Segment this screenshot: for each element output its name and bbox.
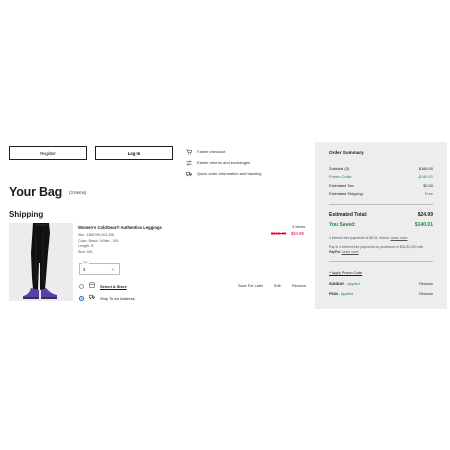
product-image[interactable] [9,223,73,301]
ship-to-address-label: Ship To An Address [100,295,135,301]
divider [329,204,433,205]
promo-status: - Applied [338,292,354,296]
divider [329,261,433,262]
benefit-item: Quick order information and tracking [186,168,261,179]
select-store-link[interactable]: Select A Store [100,284,127,289]
promo-status: - Applied [345,282,360,286]
register-button[interactable]: Register [9,146,87,160]
quantity-value: 3 [83,267,86,272]
summary-label: Estimated Tax: [329,182,355,188]
store-icon [89,282,95,290]
benefit-label: Quick order information and tracking [197,171,262,176]
cart-icon [186,148,192,155]
ship-to-address-option[interactable]: Ship To An Address [79,294,135,302]
remove-promo-button[interactable]: Remove [419,292,433,296]
truck-icon [186,171,192,177]
benefit-item: Easier returns and exchanges [186,157,261,168]
you-saved: You Saved: $140.01 [329,220,433,230]
klarna-learn-more-link[interactable]: Learn more [391,236,408,240]
saved-label: You Saved: [329,222,356,228]
quantity-select[interactable]: Qty 3 ⌄ [79,260,120,275]
product-meta: Sku: 1368799-001-MD Color: Black / White… [78,233,119,255]
summary-value: $0.00 [423,182,433,188]
original-price: $165.00 [271,231,287,236]
benefit-label: Faster checkout [197,149,226,154]
benefits-list: Faster checkout Easier returns and excha… [186,146,261,179]
promo-info: FS34 - Applied [329,292,353,296]
estimated-total: Estimated Total: $24.99 [329,210,433,220]
summary-label: Promo Code: [329,174,352,180]
installments-text: 4 interest-free payments of $6.24. Klarn… [329,236,390,240]
save-for-later-button[interactable]: Save For Later [238,284,263,288]
page-title: Your Bag [9,185,63,199]
promo-code: FS34 [329,292,338,296]
installments-note: 4 interest-free payments of $6.24. Klarn… [329,236,433,241]
ship-to-address-radio[interactable] [79,295,84,301]
apply-promo-code-link[interactable]: + Apply Promo Code [329,271,433,275]
shipping-heading: Shipping [9,210,44,219]
truck-icon [89,294,95,302]
summary-value: Free [425,191,433,197]
product-name[interactable]: Women's ColdGear® Authentics Leggings [78,225,162,230]
store-pickup-option[interactable]: Select A Store [79,282,127,290]
remove-promo-button[interactable]: Remove [419,282,433,286]
saved-value: $140.01 [414,222,433,228]
exchange-icon [186,159,192,166]
benefit-label: Easier returns and exchanges [197,160,251,165]
product-size: Size: MD [78,249,93,254]
total-value: $24.99 [417,212,433,218]
quantity-label: Qty [82,260,89,264]
paypal-learn-more-link[interactable]: Learn more [342,250,359,254]
bag-item-count: (3 Items) [69,190,87,195]
summary-promo: Promo Code: -$140.01 [329,173,433,182]
line-item-count: 3 Items [292,224,306,229]
summary-value: $165.00 [418,165,433,171]
summary-label: Subtotal (3) [329,165,350,171]
summary-value: -$140.01 [417,174,433,180]
summary-subtotal: Subtotal (3) $165.00 [329,164,433,173]
promo-info: SUNDAY - Applied [329,282,360,286]
summary-label: Estimated Shipping: [329,191,364,197]
paypal-logo: PayPal [329,250,340,254]
remove-item-button[interactable]: Remove [292,284,306,288]
order-summary-panel: Order Summary Subtotal (3) $165.00 Promo… [315,142,447,309]
store-pickup-radio[interactable] [79,283,84,289]
benefit-item: Faster checkout [186,146,261,157]
login-button[interactable]: Log In [95,146,173,160]
applied-promo-row: SUNDAY - Applied Remove [329,279,433,289]
edit-button[interactable]: Edit [274,284,281,288]
summary-shipping: Estimated Shipping: Free [329,190,433,199]
paypal-text: Pay in 4 interest-free payments on purch… [329,245,424,249]
chevron-down-icon: ⌄ [110,266,115,272]
sale-price: $24.99 [291,231,304,236]
paypal-note: Pay in 4 interest-free payments on purch… [329,245,424,254]
promo-code: SUNDAY [329,282,345,286]
applied-promo-row: FS34 - Applied Remove [329,289,433,299]
order-summary-title: Order Summary [329,150,364,155]
total-label: Estimated Total: [329,212,368,218]
product-sku: Sku: 1368799-001-MD [78,233,115,237]
summary-tax: Estimated Tax: $0.00 [329,181,433,190]
